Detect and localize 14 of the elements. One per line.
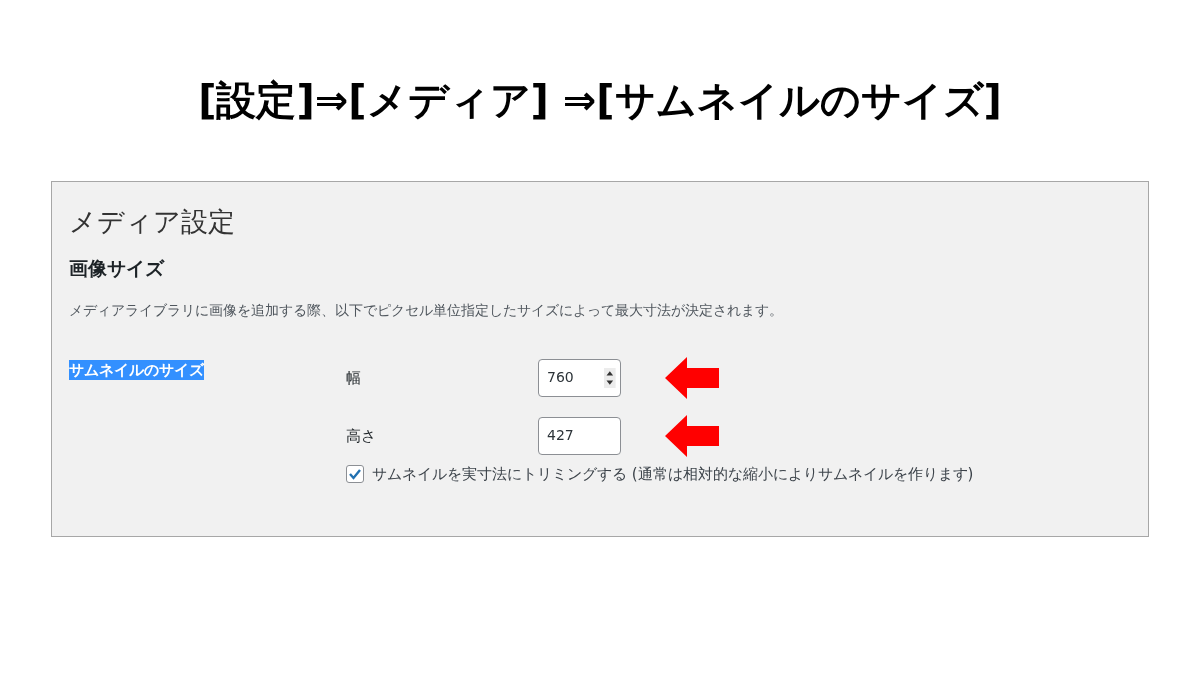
setting-label: サムネイルのサイズ — [69, 359, 204, 380]
field-label: 幅 — [346, 367, 362, 389]
section-heading: 画像サイズ — [69, 257, 166, 280]
spinner-icon[interactable] — [604, 365, 616, 390]
checkbox-label: サムネイルを実寸法にトリミングする (通常は相対的な縮小によりサムネイルを作ります) — [372, 463, 974, 485]
slide-title: [設定]⇒[メディア] ⇒[サムネイルのサイズ] — [197, 76, 1003, 124]
page-title: メディア設定 — [69, 205, 236, 239]
field-label: 高さ — [346, 425, 377, 447]
field-value[interactable]: 760 — [547, 367, 605, 389]
field-value[interactable]: 427 — [547, 425, 616, 447]
checkbox[interactable] — [346, 465, 364, 484]
input-field[interactable]: 427 — [538, 416, 621, 455]
number-field[interactable]: 760 — [538, 358, 621, 397]
description-text: メディアライブラリに画像を追加する際、以下でピクセル単位指定したサイズによって最大寸法が決定されます。 — [69, 300, 784, 320]
